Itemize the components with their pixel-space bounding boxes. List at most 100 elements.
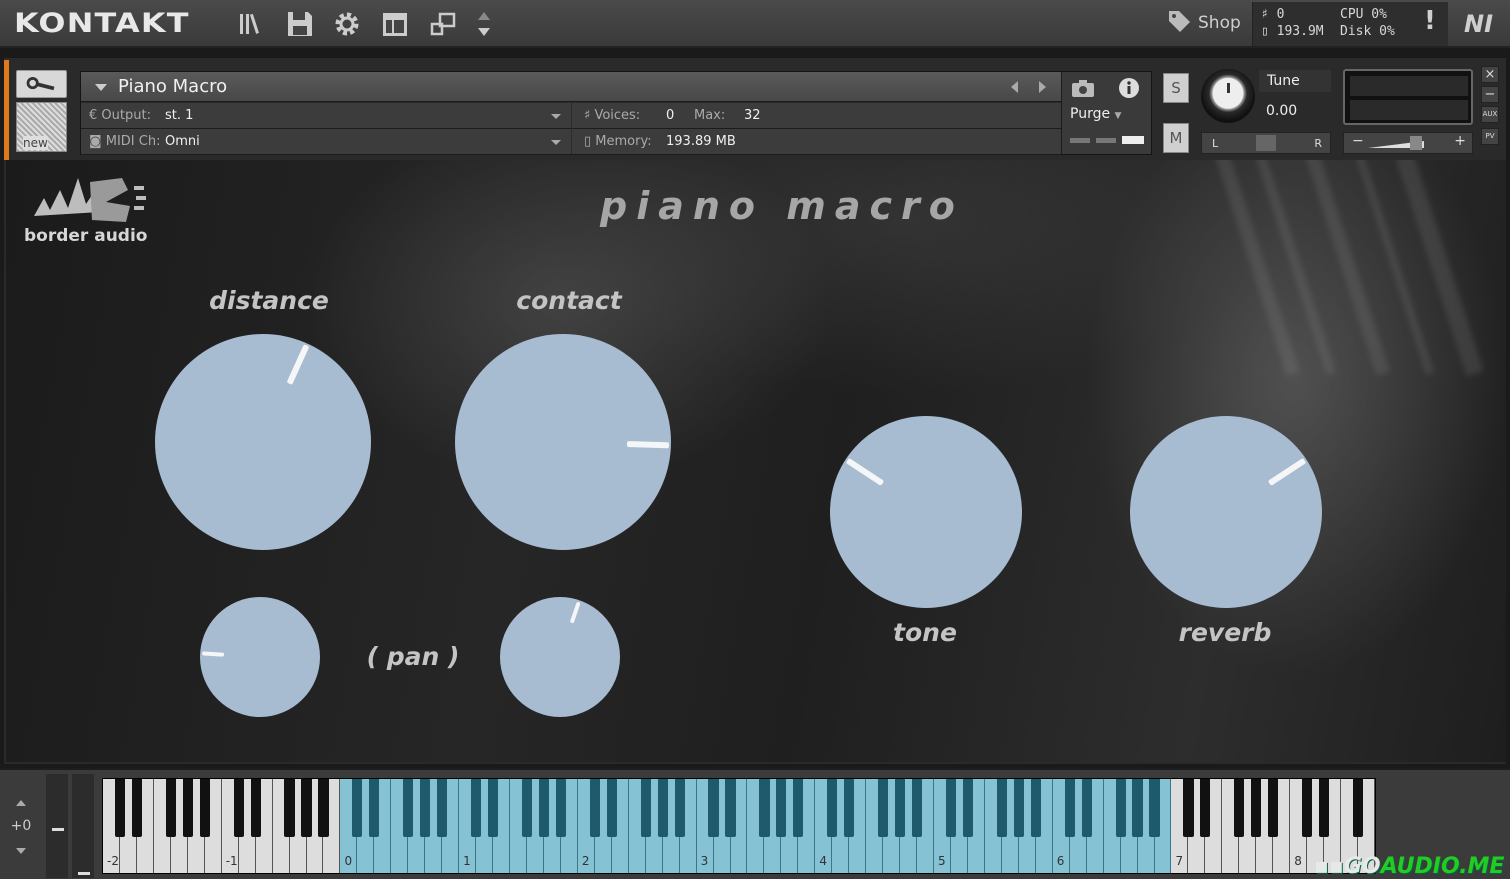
black-key[interactable] (1149, 779, 1160, 837)
black-key[interactable] (657, 779, 668, 837)
black-key[interactable] (521, 779, 533, 837)
black-key[interactable] (996, 779, 1007, 837)
black-key[interactable] (793, 779, 804, 837)
black-key[interactable] (284, 779, 295, 837)
black-key[interactable] (420, 779, 431, 837)
pv-button[interactable]: PV (1481, 128, 1499, 145)
distance-pan-knob[interactable] (200, 597, 320, 717)
volume-minus[interactable]: − (1352, 133, 1364, 149)
midi-dropdown-icon[interactable] (551, 140, 561, 145)
contact-pan-knob[interactable] (500, 597, 620, 717)
aux-button[interactable]: AUX (1481, 106, 1499, 123)
black-key[interactable] (640, 779, 651, 837)
mute-button[interactable]: M (1163, 123, 1189, 153)
black-key[interactable] (487, 779, 499, 837)
octave-shift[interactable]: +0 (6, 794, 36, 864)
minimize-icon[interactable]: − (1481, 86, 1499, 103)
view-icon[interactable] (380, 8, 412, 40)
black-key[interactable] (199, 779, 210, 837)
volume-plus[interactable]: + (1454, 133, 1466, 149)
purge-button[interactable]: Purge ▼ (1070, 106, 1121, 122)
black-key[interactable] (844, 779, 855, 837)
black-key[interactable] (369, 779, 380, 837)
black-key[interactable] (250, 779, 261, 837)
midi-row[interactable]: ◙ MIDI Ch: Omni (81, 129, 571, 155)
black-key[interactable] (708, 779, 719, 837)
black-key[interactable] (945, 779, 957, 837)
library-icon[interactable] (236, 8, 268, 40)
black-key[interactable] (674, 779, 685, 837)
black-key[interactable] (827, 779, 838, 837)
black-key[interactable] (1013, 779, 1024, 837)
black-key[interactable] (895, 779, 906, 837)
black-key[interactable] (1352, 779, 1364, 837)
black-key[interactable] (776, 779, 787, 837)
black-key[interactable] (437, 779, 448, 837)
resize-icon[interactable] (428, 8, 460, 40)
output-row[interactable]: € Output: st. 1 (81, 103, 571, 129)
chevron-down-icon[interactable] (16, 848, 26, 854)
black-key[interactable] (725, 779, 736, 837)
black-key[interactable] (878, 779, 889, 837)
black-key[interactable] (759, 779, 770, 837)
black-key[interactable] (1319, 779, 1330, 837)
wrench-icon[interactable] (16, 70, 67, 98)
chevron-down-icon[interactable] (95, 84, 107, 91)
info-icon[interactable] (1118, 77, 1140, 99)
save-icon[interactable] (284, 8, 316, 40)
black-key[interactable] (1081, 779, 1092, 837)
black-key[interactable] (1200, 779, 1211, 837)
distance-knob[interactable] (155, 334, 371, 550)
close-icon[interactable]: × (1481, 66, 1499, 83)
camera-icon[interactable] (1070, 78, 1098, 98)
black-key[interactable] (589, 779, 600, 837)
gear-icon[interactable] (331, 8, 363, 40)
alert-icon[interactable]: ! (1424, 6, 1436, 36)
black-key[interactable] (114, 779, 126, 837)
tune-value[interactable]: 0.00 (1259, 99, 1331, 123)
next-instrument-icon[interactable] (1039, 81, 1046, 93)
reverb-knob[interactable] (1130, 416, 1322, 608)
contact-knob[interactable] (455, 334, 671, 550)
pan-handle[interactable] (1256, 135, 1276, 151)
chevron-up-icon[interactable] (16, 800, 26, 806)
black-key[interactable] (1183, 779, 1194, 837)
piano-keyboard[interactable]: -2 -1 0 1 2 3 4 5 6 7 8 (102, 778, 1376, 874)
black-key[interactable] (606, 779, 617, 837)
black-key[interactable] (538, 779, 550, 837)
output-dropdown-icon[interactable] (551, 114, 561, 119)
black-key[interactable] (131, 779, 142, 837)
mod-wheel[interactable] (72, 774, 94, 878)
tone-knob[interactable] (830, 416, 1022, 608)
black-key[interactable] (1302, 779, 1313, 837)
max-value[interactable]: 32 (744, 108, 761, 123)
black-key[interactable] (1268, 779, 1279, 837)
black-key[interactable] (911, 779, 923, 837)
solo-button[interactable]: S (1163, 73, 1189, 103)
black-key[interactable] (1064, 779, 1075, 837)
volume-handle[interactable] (1410, 136, 1422, 150)
black-key[interactable] (1251, 779, 1262, 837)
shop-button[interactable]: Shop (1166, 8, 1241, 38)
black-key[interactable] (165, 779, 176, 837)
black-key[interactable] (318, 779, 329, 837)
volume-slider[interactable]: − + (1343, 132, 1473, 154)
instrument-thumbnail[interactable]: new (16, 102, 67, 152)
tune-knob[interactable] (1201, 69, 1255, 123)
pan-slider[interactable]: L R (1201, 132, 1331, 154)
instrument-title[interactable]: Piano Macro (118, 76, 227, 97)
black-key[interactable] (352, 779, 363, 837)
black-key[interactable] (1132, 779, 1143, 837)
black-key[interactable] (1030, 779, 1041, 837)
black-key[interactable] (1115, 779, 1126, 837)
cpu-arrows-icon[interactable] (468, 8, 500, 40)
black-key[interactable] (233, 779, 244, 837)
pitch-wheel[interactable] (46, 774, 68, 878)
black-key[interactable] (182, 779, 193, 837)
black-key[interactable] (962, 779, 974, 837)
prev-instrument-icon[interactable] (1011, 81, 1018, 93)
black-key[interactable] (471, 779, 482, 837)
black-key[interactable] (1234, 779, 1245, 837)
black-key[interactable] (403, 779, 414, 837)
black-key[interactable] (301, 779, 312, 837)
